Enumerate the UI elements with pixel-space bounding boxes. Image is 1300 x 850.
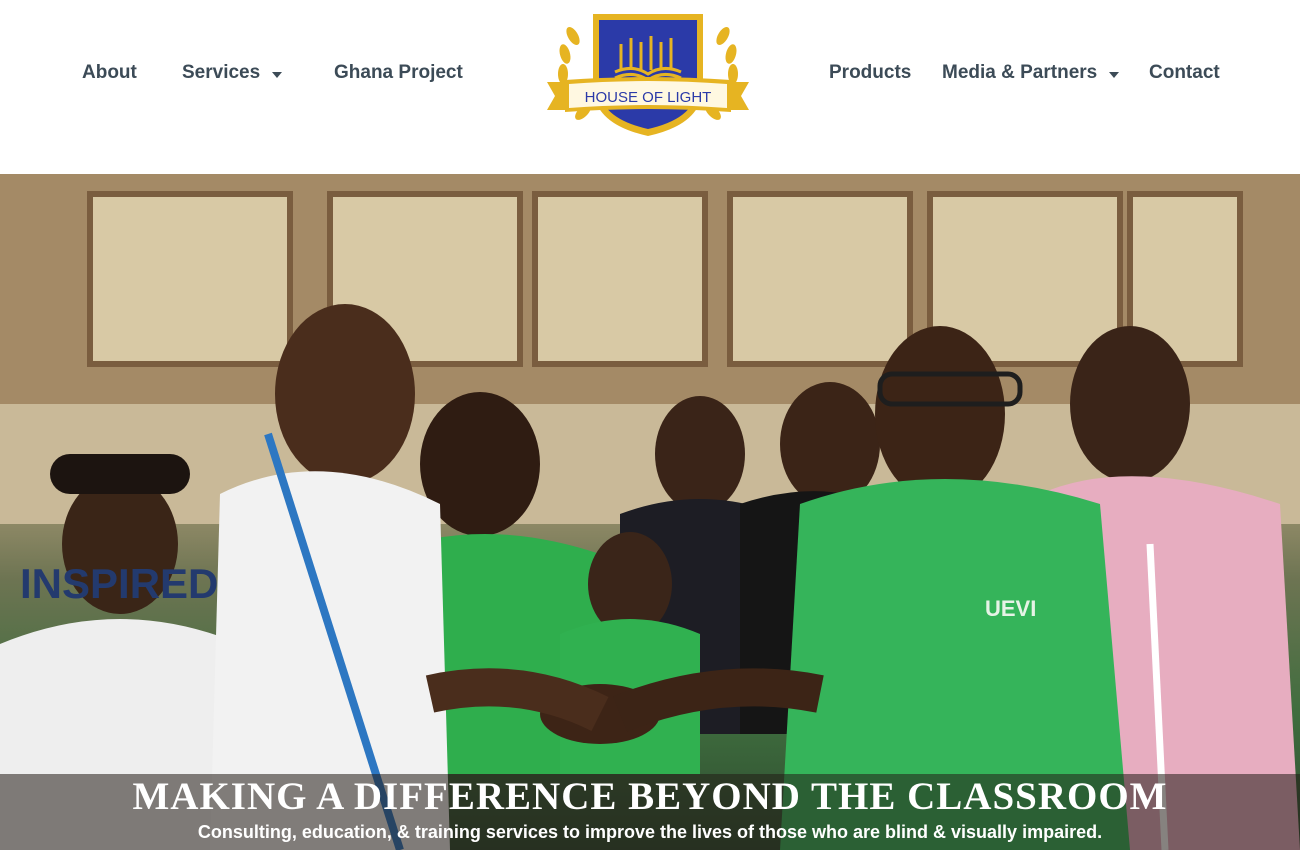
nav-ghana-project-label: Ghana Project bbox=[334, 62, 463, 83]
nav-media-partners[interactable]: Media & Partners bbox=[942, 58, 1120, 88]
nav-services[interactable]: Services bbox=[182, 58, 283, 88]
nav-products[interactable]: Products bbox=[829, 58, 911, 88]
nav-services-label: Services bbox=[182, 62, 261, 83]
house-of-light-logo[interactable]: HOUSE OF LIGHT bbox=[543, 6, 753, 138]
hero-banner: INSPIRED UEVI MAKING A DIFFERENCE BEYOND… bbox=[0, 174, 1300, 850]
caret-down-icon bbox=[1109, 71, 1120, 78]
nav-contact-label: Contact bbox=[1149, 62, 1220, 83]
hero-title: MAKING A DIFFERENCE BEYOND THE CLASSROOM bbox=[132, 775, 1168, 818]
shirt-text-left: INSPIRED bbox=[20, 560, 218, 607]
nav-about[interactable]: About bbox=[82, 58, 137, 88]
logo-text: HOUSE OF LIGHT bbox=[585, 89, 712, 106]
hero-subtitle: Consulting, education, & training servic… bbox=[197, 822, 1103, 842]
site-header: About Services Ghana Project HOUSE OF LI… bbox=[0, 0, 1300, 174]
hero-photo: INSPIRED UEVI bbox=[0, 174, 1300, 850]
caret-down-icon bbox=[272, 71, 283, 78]
nav-contact[interactable]: Contact bbox=[1149, 58, 1220, 88]
nav-ghana-project[interactable]: Ghana Project bbox=[334, 58, 463, 88]
nav-about-label: About bbox=[82, 62, 137, 83]
nav-products-label: Products bbox=[829, 62, 912, 83]
nav-media-partners-label: Media & Partners bbox=[942, 62, 1098, 83]
shirt-text-right: UEVI bbox=[985, 596, 1036, 621]
logo-emblem-icon: HOUSE OF LIGHT bbox=[547, 14, 749, 136]
